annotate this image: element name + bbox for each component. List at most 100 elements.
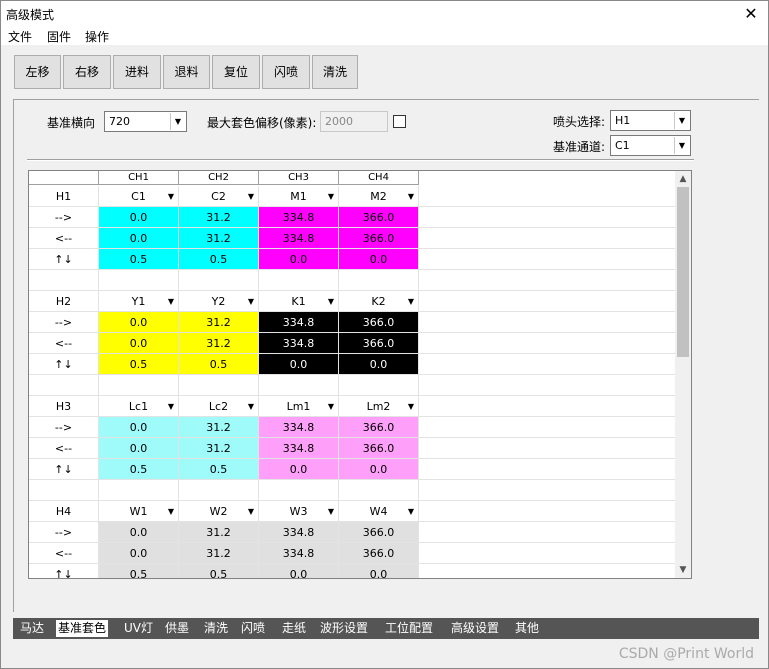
offset-value-cell[interactable]: 0.5 <box>179 354 259 375</box>
offset-value-cell[interactable]: 334.8 <box>259 543 339 564</box>
offset-value-cell[interactable]: 31.2 <box>179 438 259 459</box>
channel-select[interactable]: Y2 ▼ <box>179 291 259 312</box>
menu-operate[interactable]: 操作 <box>85 28 109 45</box>
move-left-button[interactable]: 左移 <box>14 55 61 89</box>
chevron-down-icon[interactable]: ▼ <box>328 291 334 312</box>
chevron-down-icon[interactable]: ▼ <box>168 186 174 207</box>
offset-value-cell[interactable]: 334.8 <box>259 522 339 543</box>
chevron-down-icon[interactable]: ▼ <box>168 501 174 522</box>
offset-value-cell[interactable]: 31.2 <box>179 207 259 228</box>
menu-firmware[interactable]: 固件 <box>47 28 71 45</box>
offset-value-cell[interactable]: 366.0 <box>339 333 419 354</box>
offset-value-cell[interactable]: 366.0 <box>339 207 419 228</box>
tab-4[interactable]: 清洗 <box>204 620 228 637</box>
offset-value-cell[interactable]: 0.0 <box>339 354 419 375</box>
tab-8[interactable]: 工位配置 <box>385 620 433 637</box>
flash-spray-button[interactable]: 闪喷 <box>262 55 310 89</box>
offset-value-cell[interactable]: 0.5 <box>179 564 259 578</box>
tab-6[interactable]: 走纸 <box>282 620 306 637</box>
offset-value-cell[interactable]: 0.0 <box>339 564 419 578</box>
nozzle-select[interactable]: H1 ▼ <box>610 110 691 131</box>
tab-9[interactable]: 高级设置 <box>451 620 499 637</box>
retract-button[interactable]: 退料 <box>163 55 210 89</box>
close-icon[interactable]: ✕ <box>740 3 762 25</box>
channel-select[interactable]: Lm1 ▼ <box>259 396 339 417</box>
chevron-down-icon[interactable]: ▼ <box>408 186 414 207</box>
offset-value-cell[interactable]: 334.8 <box>259 438 339 459</box>
vertical-scrollbar[interactable]: ▲ ▼ <box>675 171 691 578</box>
chevron-down-icon[interactable]: ▼ <box>248 186 254 207</box>
offset-value-cell[interactable]: 366.0 <box>339 438 419 459</box>
offset-value-cell[interactable]: 0.0 <box>99 333 179 354</box>
feed-button[interactable]: 进料 <box>113 55 161 89</box>
offset-value-cell[interactable]: 31.2 <box>179 543 259 564</box>
chevron-down-icon[interactable]: ▼ <box>328 396 334 417</box>
chevron-down-icon[interactable]: ▼ <box>248 501 254 522</box>
offset-value-cell[interactable]: 0.5 <box>99 354 179 375</box>
tab-2[interactable]: UV灯 <box>124 620 153 637</box>
offset-value-cell[interactable]: 0.5 <box>179 249 259 270</box>
chevron-down-icon[interactable]: ▼ <box>248 291 254 312</box>
channel-select[interactable]: W3 ▼ <box>259 501 339 522</box>
tab-1[interactable]: 基准套色 <box>56 620 109 637</box>
tab-5[interactable]: 闪喷 <box>241 620 265 637</box>
max-offset-checkbox[interactable] <box>393 115 406 128</box>
chevron-down-icon[interactable]: ▼ <box>168 291 174 312</box>
offset-value-cell[interactable]: 0.5 <box>99 459 179 480</box>
offset-value-cell[interactable]: 31.2 <box>179 522 259 543</box>
offset-value-cell[interactable]: 366.0 <box>339 312 419 333</box>
offset-value-cell[interactable]: 0.0 <box>339 459 419 480</box>
offset-value-cell[interactable]: 0.0 <box>259 564 339 578</box>
offset-value-cell[interactable]: 0.5 <box>99 564 179 578</box>
chevron-down-icon[interactable]: ▼ <box>328 186 334 207</box>
offset-value-cell[interactable]: 0.5 <box>99 249 179 270</box>
chevron-down-icon[interactable]: ▼ <box>248 396 254 417</box>
chevron-down-icon[interactable]: ▼ <box>408 396 414 417</box>
chevron-down-icon[interactable]: ▼ <box>674 112 689 129</box>
offset-value-cell[interactable]: 0.0 <box>99 522 179 543</box>
channel-select[interactable]: Lc1 ▼ <box>99 396 179 417</box>
offset-value-cell[interactable]: 31.2 <box>179 312 259 333</box>
offset-value-cell[interactable]: 31.2 <box>179 333 259 354</box>
channel-select[interactable]: C1 ▼ <box>99 186 179 207</box>
offset-value-cell[interactable]: 334.8 <box>259 228 339 249</box>
offset-value-cell[interactable]: 334.8 <box>259 417 339 438</box>
channel-select[interactable]: K1 ▼ <box>259 291 339 312</box>
offset-value-cell[interactable]: 0.0 <box>99 228 179 249</box>
reset-button[interactable]: 复位 <box>212 55 260 89</box>
menu-file[interactable]: 文件 <box>8 28 32 45</box>
channel-select[interactable]: W2 ▼ <box>179 501 259 522</box>
offset-value-cell[interactable]: 366.0 <box>339 228 419 249</box>
channel-select[interactable]: Y1 ▼ <box>99 291 179 312</box>
offset-value-cell[interactable]: 0.0 <box>259 354 339 375</box>
grid-header-ch4[interactable]: CH4 <box>339 171 419 185</box>
max-offset-input[interactable]: 2000 <box>320 111 388 132</box>
offset-value-cell[interactable]: 334.8 <box>259 312 339 333</box>
offset-value-cell[interactable]: 0.5 <box>179 459 259 480</box>
offset-value-cell[interactable]: 31.2 <box>179 417 259 438</box>
base-channel-select[interactable]: C1 ▼ <box>610 135 691 156</box>
chevron-down-icon[interactable]: ▼ <box>170 113 185 130</box>
channel-select[interactable]: K2 ▼ <box>339 291 419 312</box>
tab-0[interactable]: 马达 <box>20 620 44 637</box>
grid-header-ch1[interactable]: CH1 <box>99 171 179 185</box>
offset-value-cell[interactable]: 334.8 <box>259 333 339 354</box>
channel-select[interactable]: W1 ▼ <box>99 501 179 522</box>
chevron-down-icon[interactable]: ▼ <box>168 396 174 417</box>
channel-select[interactable]: M1 ▼ <box>259 186 339 207</box>
grid-header-ch3[interactable]: CH3 <box>259 171 339 185</box>
chevron-down-icon[interactable]: ▼ <box>328 501 334 522</box>
offset-value-cell[interactable]: 31.2 <box>179 228 259 249</box>
scroll-thumb[interactable] <box>677 187 689 357</box>
grid-header-ch2[interactable]: CH2 <box>179 171 259 185</box>
offset-value-cell[interactable]: 0.0 <box>339 249 419 270</box>
offset-value-cell[interactable]: 366.0 <box>339 522 419 543</box>
tab-10[interactable]: 其他 <box>515 620 539 637</box>
move-right-button[interactable]: 右移 <box>63 55 111 89</box>
offset-value-cell[interactable]: 0.0 <box>99 438 179 459</box>
offset-value-cell[interactable]: 0.0 <box>259 459 339 480</box>
channel-select[interactable]: Lm2 ▼ <box>339 396 419 417</box>
scroll-up-icon[interactable]: ▲ <box>675 171 691 187</box>
clean-button[interactable]: 清洗 <box>312 55 358 89</box>
offset-value-cell[interactable]: 0.0 <box>259 249 339 270</box>
